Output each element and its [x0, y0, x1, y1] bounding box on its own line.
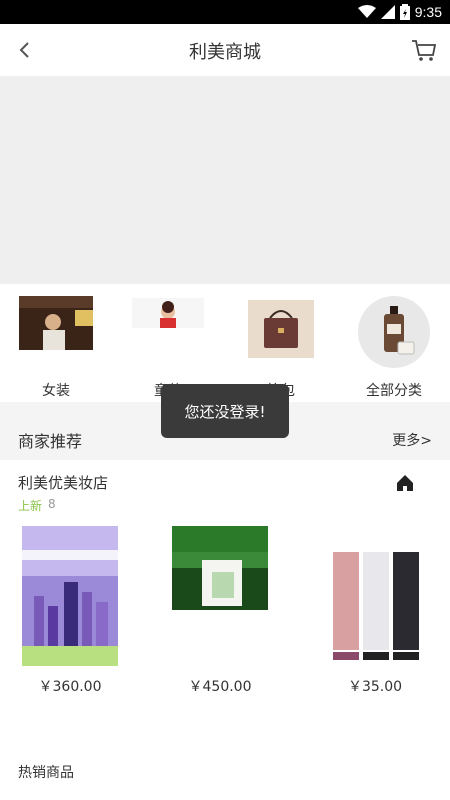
category-label: 全部分类 — [366, 383, 422, 399]
battery-icon — [399, 4, 410, 20]
app-header: 利美商城 — [0, 24, 450, 76]
store-name[interactable]: 利美优美妆店 — [18, 472, 108, 493]
womens-clothing-image — [19, 296, 93, 350]
product-card[interactable]: ￥360.00 — [0, 524, 140, 704]
product-price: ￥35.00 — [347, 679, 403, 695]
product-price: ￥450.00 — [188, 679, 252, 695]
product-card[interactable]: ￥450.00 — [150, 524, 290, 704]
signal-icon — [380, 5, 395, 19]
all-categories-image — [358, 296, 430, 368]
wifi-icon — [357, 5, 376, 18]
store-card[interactable]: 利美优美妆店 上新 8 ￥360.00 ￥450.00 ￥35.00 — [0, 460, 450, 710]
page-title: 利美商城 — [189, 42, 261, 63]
status-bar: 9:35 — [0, 0, 450, 24]
product-image — [327, 526, 423, 666]
bags-image — [248, 300, 314, 358]
store-home-icon[interactable] — [394, 472, 416, 494]
new-arrivals-label: 上新 — [18, 499, 43, 513]
banner-carousel[interactable] — [0, 76, 450, 284]
product-card[interactable]: ￥35.00 — [305, 524, 445, 704]
section-title: 商家推荐 — [18, 432, 83, 451]
more-link[interactable]: 更多> — [392, 430, 432, 450]
product-image — [172, 526, 268, 610]
product-image — [22, 526, 118, 666]
cart-icon[interactable] — [410, 36, 438, 64]
category-womens-clothing[interactable]: 女装 — [0, 292, 112, 402]
hot-products-title: 热销商品 — [18, 765, 74, 781]
kids-clothing-image — [132, 298, 204, 328]
category-label: 女装 — [42, 383, 70, 399]
status-time: 9:35 — [414, 4, 442, 20]
category-all[interactable]: 全部分类 — [338, 292, 450, 402]
login-toast: 您还没登录! — [161, 384, 289, 438]
new-arrivals-count: 8 — [48, 497, 56, 511]
product-price: ￥360.00 — [38, 679, 102, 695]
